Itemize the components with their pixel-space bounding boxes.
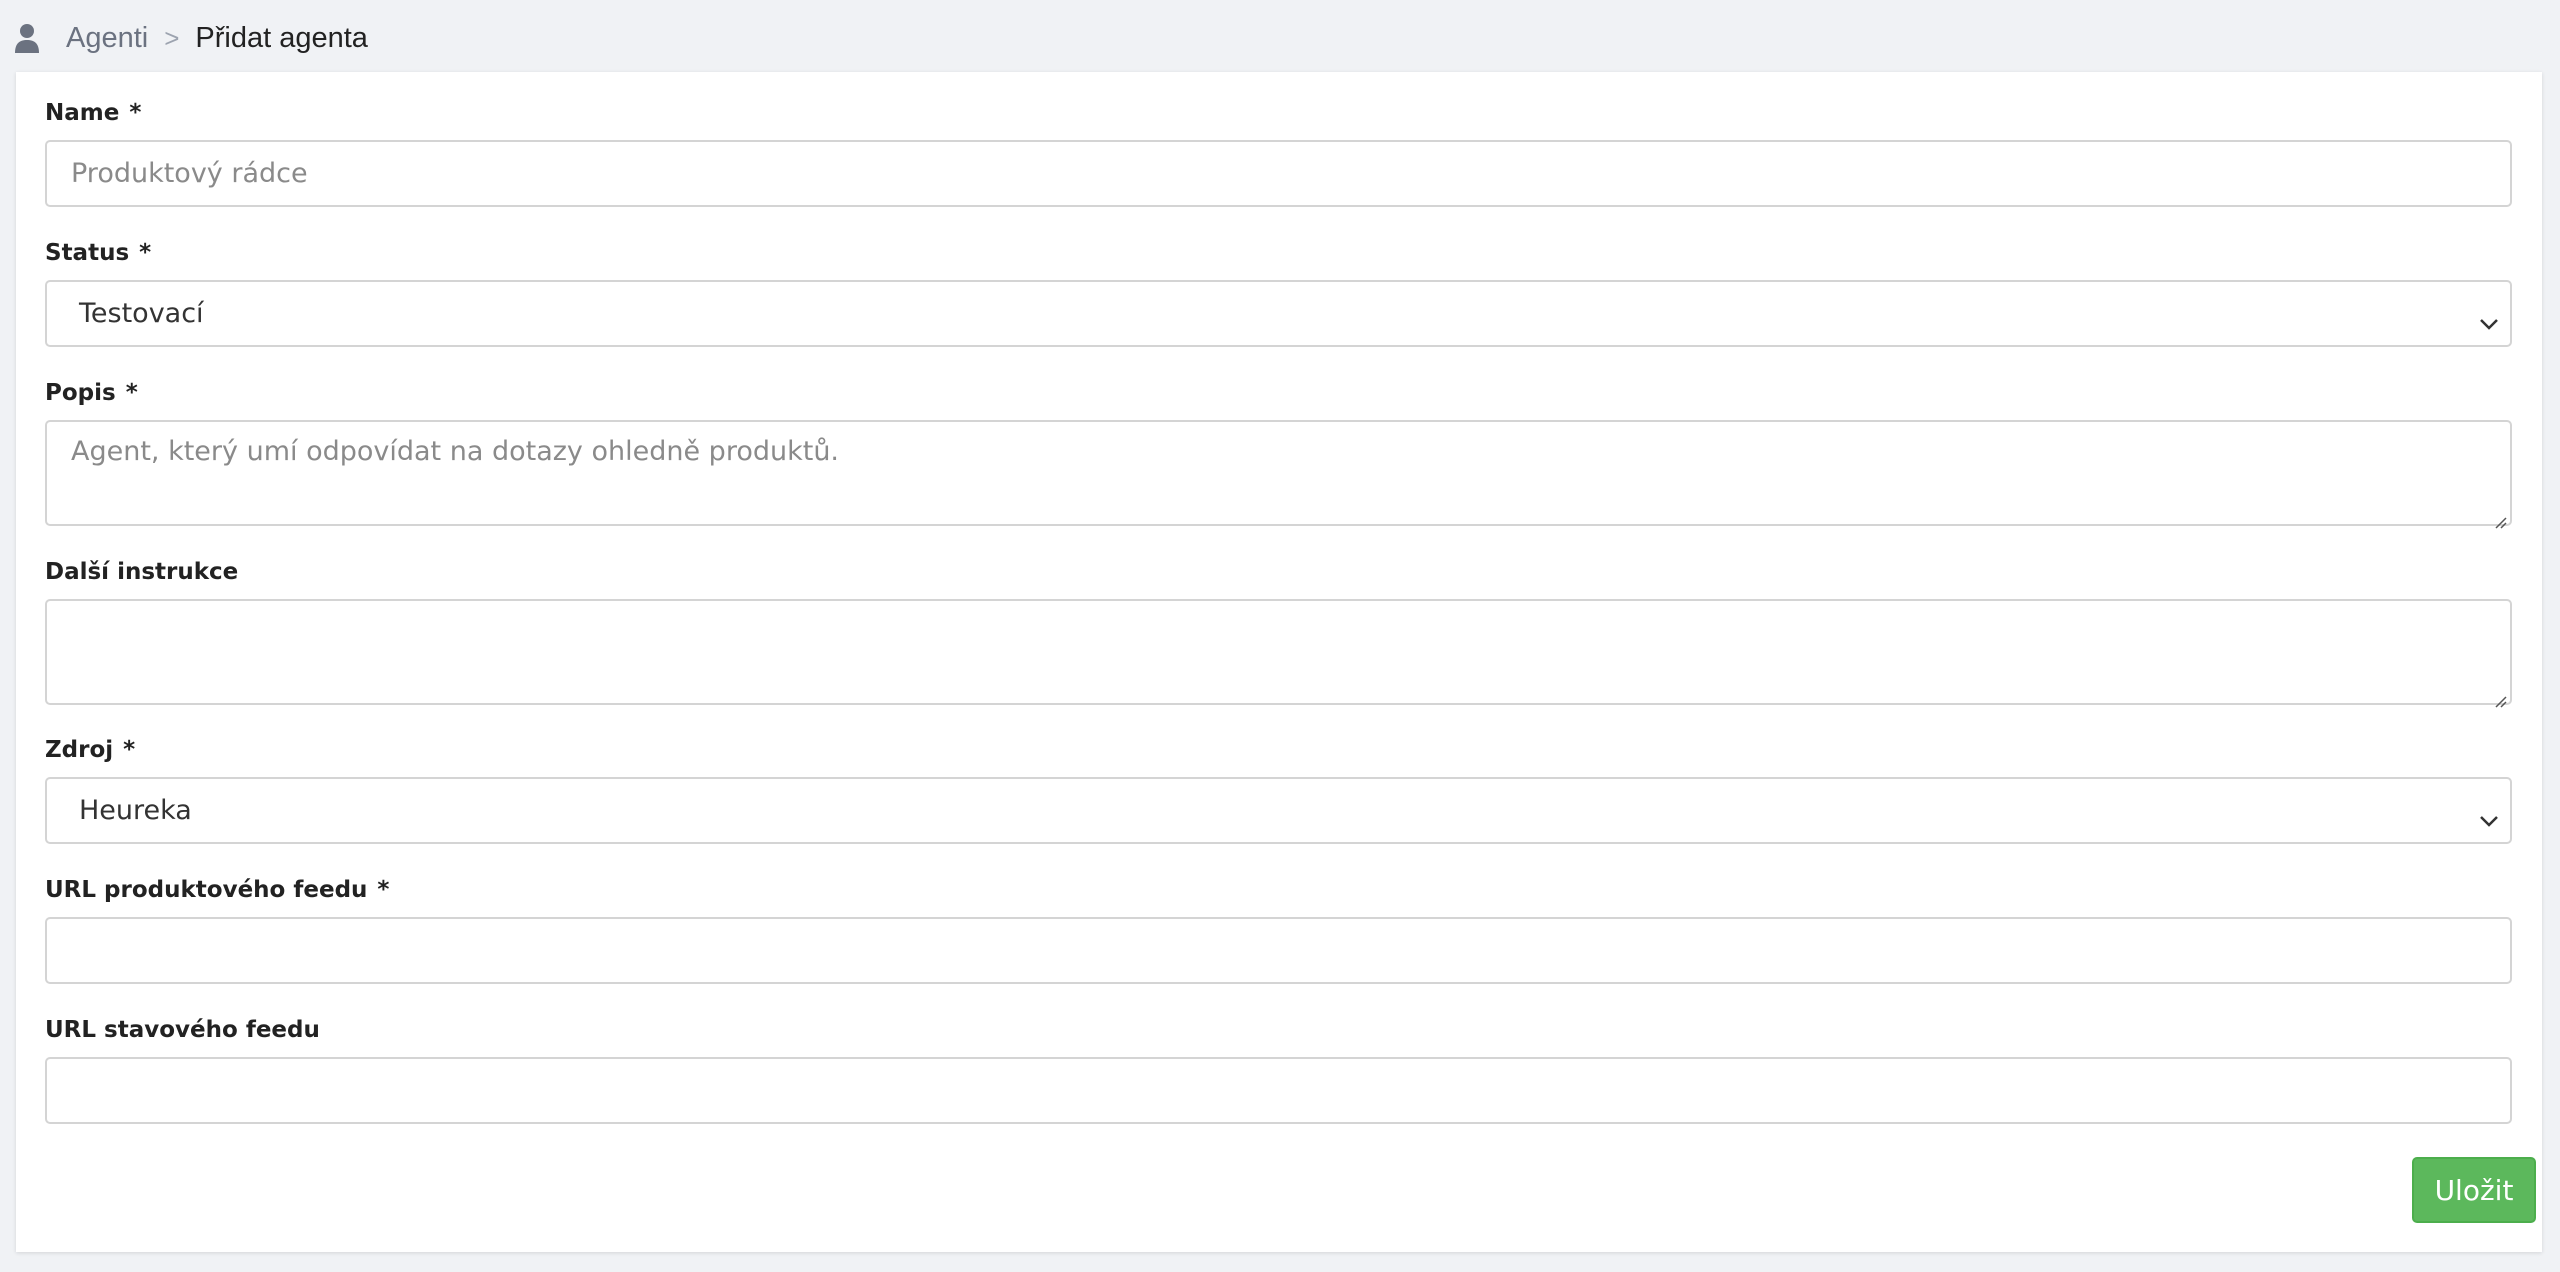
popis-label: Popis *	[45, 380, 138, 406]
breadcrumb-separator: >	[164, 22, 180, 53]
required-mark: *	[139, 240, 152, 266]
zdroj-select[interactable]: Heureka	[45, 777, 2512, 844]
url-produktoveho-feedu-label: URL produktového feedu *	[45, 877, 390, 903]
popis-placeholder: Agent, který umí odpovídat na dotazy ohl…	[71, 436, 840, 467]
chevron-down-icon	[2478, 804, 2500, 827]
url-stavoveho-feedu-input[interactable]	[45, 1057, 2512, 1124]
page: Agenti > Přidat agenta Name * Produktový …	[0, 0, 2560, 1272]
dalsi-instrukce-textarea[interactable]	[45, 599, 2512, 708]
breadcrumb: Agenti > Přidat agenta	[14, 14, 368, 62]
name-field-group: Name * Produktový rádce	[45, 98, 2512, 207]
zdroj-label: Zdroj *	[45, 737, 136, 763]
url-produktoveho-feedu-input[interactable]	[45, 917, 2512, 984]
status-selected-value: Testovací	[79, 298, 204, 329]
status-select[interactable]: Testovací	[45, 280, 2512, 347]
name-placeholder: Produktový rádce	[71, 158, 308, 189]
breadcrumb-current: Přidat agenta	[195, 21, 368, 54]
name-label: Name *	[45, 100, 142, 126]
url-produktoveho-feedu-field-group: URL produktového feedu *	[45, 875, 2512, 984]
zdroj-selected-value: Heureka	[79, 795, 192, 826]
status-field-group: Status * Testovací	[45, 238, 2512, 347]
required-mark: *	[377, 877, 390, 903]
required-mark: *	[129, 100, 142, 126]
user-icon	[14, 23, 40, 53]
save-button[interactable]: Uložit	[2412, 1157, 2536, 1223]
dalsi-instrukce-field-group: Další instrukce	[45, 557, 2512, 708]
required-mark: *	[125, 380, 138, 406]
url-stavoveho-feedu-field-group: URL stavového feedu	[45, 1015, 2512, 1124]
dalsi-instrukce-label: Další instrukce	[45, 559, 239, 585]
url-stavoveho-feedu-label: URL stavového feedu	[45, 1017, 320, 1043]
form-card: Name * Produktový rádce Status * Testovací…	[16, 72, 2542, 1252]
resize-handle-icon[interactable]	[2491, 684, 2507, 708]
popis-textarea[interactable]: Agent, který umí odpovídat na dotazy ohl…	[45, 420, 2512, 529]
resize-handle-icon[interactable]	[2491, 505, 2507, 529]
zdroj-field-group: Zdroj * Heureka	[45, 735, 2512, 844]
name-input[interactable]: Produktový rádce	[45, 140, 2512, 207]
required-mark: *	[123, 737, 136, 763]
status-label: Status *	[45, 240, 152, 266]
popis-field-group: Popis * Agent, který umí odpovídat na dot…	[45, 378, 2512, 529]
breadcrumb-agenti-link[interactable]: Agenti	[66, 22, 148, 55]
chevron-down-icon	[2478, 307, 2500, 330]
